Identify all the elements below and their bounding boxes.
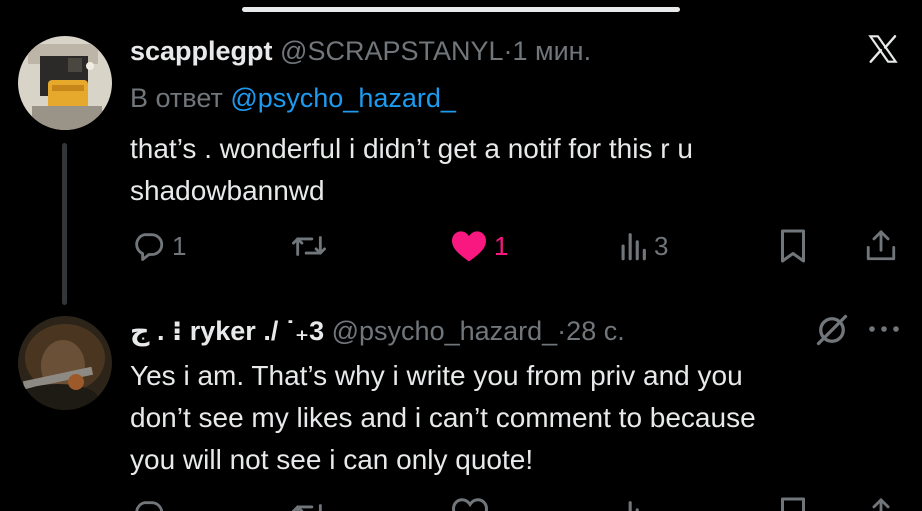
user-handle[interactable]: @psycho_hazard_ xyxy=(332,316,558,346)
tweet-header: scapplegpt @SCRAPSTANYL·1 мин. xyxy=(130,34,591,68)
reply-button[interactable] xyxy=(132,494,166,511)
views-icon xyxy=(628,501,639,511)
tweet-text-line: don’t see my likes and i can’t comment t… xyxy=(130,402,756,433)
replying-prefix: В ответ xyxy=(130,83,223,113)
avatar[interactable] xyxy=(18,316,112,410)
heart-icon xyxy=(452,231,486,262)
tweet-header: ج . ⁝ ryker ./ ˙₊3 @psycho_hazard_·28 с. xyxy=(130,314,625,348)
avatar[interactable] xyxy=(18,36,112,130)
tweet-text-line: you will not see i can only quote! xyxy=(130,444,534,475)
bookmark-button[interactable] xyxy=(778,226,808,266)
grok-icon[interactable] xyxy=(814,312,850,348)
timestamp[interactable]: 1 мин. xyxy=(513,36,592,66)
more-icon[interactable] xyxy=(866,319,902,339)
share-icon xyxy=(872,498,890,511)
repost-icon xyxy=(292,504,322,511)
thread-connector-line xyxy=(62,143,67,305)
display-name[interactable]: ryker xyxy=(190,316,256,346)
reply-icon xyxy=(135,233,164,261)
display-name-suffix[interactable]: ./ ˙₊3 xyxy=(263,316,324,346)
separator-dot: · xyxy=(503,36,513,66)
repost-button[interactable] xyxy=(290,494,328,511)
share-button[interactable] xyxy=(864,226,898,266)
timestamp[interactable]: 28 с. xyxy=(566,316,625,346)
x-logo-icon[interactable] xyxy=(866,33,900,65)
separator-dot: · xyxy=(557,316,567,346)
user-handle[interactable]: @SCRAPSTANYL xyxy=(280,36,503,66)
like-count: 1 xyxy=(494,230,509,261)
repost-icon xyxy=(291,236,326,256)
tweet-text: that’s . wonderful i didn’t get a notif … xyxy=(130,128,693,212)
bookmark-icon xyxy=(781,229,805,263)
tweet-text-line: that’s . wonderful i didn’t get a notif … xyxy=(130,133,693,164)
views-icon xyxy=(621,233,646,261)
views-button[interactable]: 3 xyxy=(618,226,668,266)
like-button[interactable] xyxy=(452,494,488,511)
reply-button[interactable]: 1 xyxy=(132,226,186,266)
display-name-prefix[interactable]: ج . ⁝ xyxy=(130,316,182,346)
tweet-text-line: shadowbannwd xyxy=(130,175,325,206)
reply-count: 1 xyxy=(172,230,187,261)
share-icon xyxy=(866,230,896,261)
views-count: 3 xyxy=(654,230,669,261)
repost-button[interactable] xyxy=(290,226,334,266)
share-button[interactable] xyxy=(864,494,898,511)
replying-to-mention[interactable]: @psycho_hazard_ xyxy=(230,83,456,113)
views-button[interactable] xyxy=(618,494,648,511)
home-indicator xyxy=(242,7,680,12)
bookmark-button[interactable] xyxy=(778,494,808,511)
tweet-text: Yes i am. That’s why i write you from pr… xyxy=(130,355,756,481)
display-name[interactable]: scapplegpt xyxy=(130,36,273,66)
tweet-text-line: Yes i am. That’s why i write you from pr… xyxy=(130,360,743,391)
heart-icon xyxy=(452,498,488,511)
bookmark-icon xyxy=(781,497,805,511)
tweet-thread-screen: scapplegpt @SCRAPSTANYL·1 мин. В ответ @… xyxy=(0,0,922,511)
like-button[interactable]: 1 xyxy=(450,226,508,266)
reply-icon xyxy=(135,501,163,511)
replying-to: В ответ @psycho_hazard_ xyxy=(130,81,456,115)
